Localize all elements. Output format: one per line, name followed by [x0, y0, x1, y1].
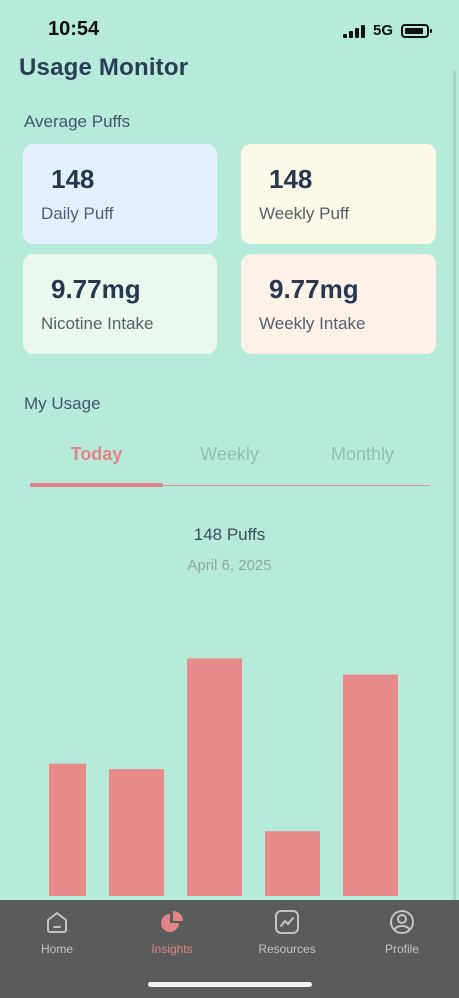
tab-bar-profile-label: Profile	[384, 942, 419, 956]
daily-puff-label: Daily Puff	[41, 204, 114, 223]
weekly-puff-label: Weekly Puff	[259, 204, 350, 223]
daily-puff-value: 148	[51, 164, 95, 194]
weekly-intake-card[interactable]: 9.77mg Weekly Intake	[241, 254, 436, 354]
status-bar: 10:54 5G	[0, 18, 459, 46]
weekly-intake-value: 9.77mg	[269, 274, 359, 304]
page-title: Usage Monitor	[19, 54, 189, 81]
tab-bar-resources[interactable]: Resources	[237, 908, 337, 956]
tab-weekly[interactable]: Weekly	[163, 444, 296, 465]
weekly-intake-label: Weekly Intake	[259, 314, 366, 333]
tab-monthly[interactable]: Monthly	[296, 444, 429, 465]
usage-bar-chart	[49, 658, 398, 896]
tab-bar-resources-label: Resources	[258, 942, 316, 956]
my-usage-label: My Usage	[24, 394, 101, 413]
trend-chart-icon	[275, 910, 299, 934]
daily-puff-card[interactable]: 148 Daily Puff	[23, 144, 217, 244]
battery-icon	[401, 23, 432, 38]
active-tab-indicator	[30, 483, 163, 487]
tab-bar-home-label: Home	[40, 942, 73, 956]
usage-bar-3	[187, 658, 242, 896]
usage-summary: 148 Puffs	[193, 525, 266, 544]
user-icon	[390, 910, 414, 934]
app-screen: 10:54 5G Usage Monitor Average Puffs 148…	[0, 0, 459, 998]
home-icon	[47, 912, 67, 933]
tab-bar-insights-label: Insights	[151, 942, 193, 956]
tab-bar-insights[interactable]: Insights	[122, 908, 222, 956]
home-indicator[interactable]	[148, 982, 312, 987]
nicotine-intake-label: Nicotine Intake	[41, 314, 154, 333]
tab-bar-profile[interactable]: Profile	[352, 908, 452, 956]
pie-chart-icon	[161, 911, 183, 932]
usage-bar-1	[49, 763, 86, 896]
status-indicators: 5G	[342, 22, 432, 39]
usage-bar-2	[109, 769, 164, 896]
usage-bar-5	[343, 674, 398, 896]
usage-bar-4	[265, 831, 320, 896]
tab-today[interactable]: Today	[30, 444, 163, 465]
nicotine-intake-value: 9.77mg	[51, 274, 141, 304]
weekly-puff-card[interactable]: 148 Weekly Puff	[241, 144, 436, 244]
weekly-puff-value: 148	[269, 164, 313, 194]
usage-period-tabs: Today Weekly Monthly	[30, 440, 430, 488]
usage-date: April 6, 2025	[187, 557, 272, 574]
network-type: 5G	[372, 22, 393, 39]
tab-bar-home[interactable]: Home	[7, 908, 107, 956]
signal-icon	[342, 24, 365, 38]
status-time: 10:54	[48, 18, 100, 40]
nicotine-intake-card[interactable]: 9.77mg Nicotine Intake	[23, 254, 217, 354]
average-puffs-label: Average Puffs	[24, 112, 131, 131]
